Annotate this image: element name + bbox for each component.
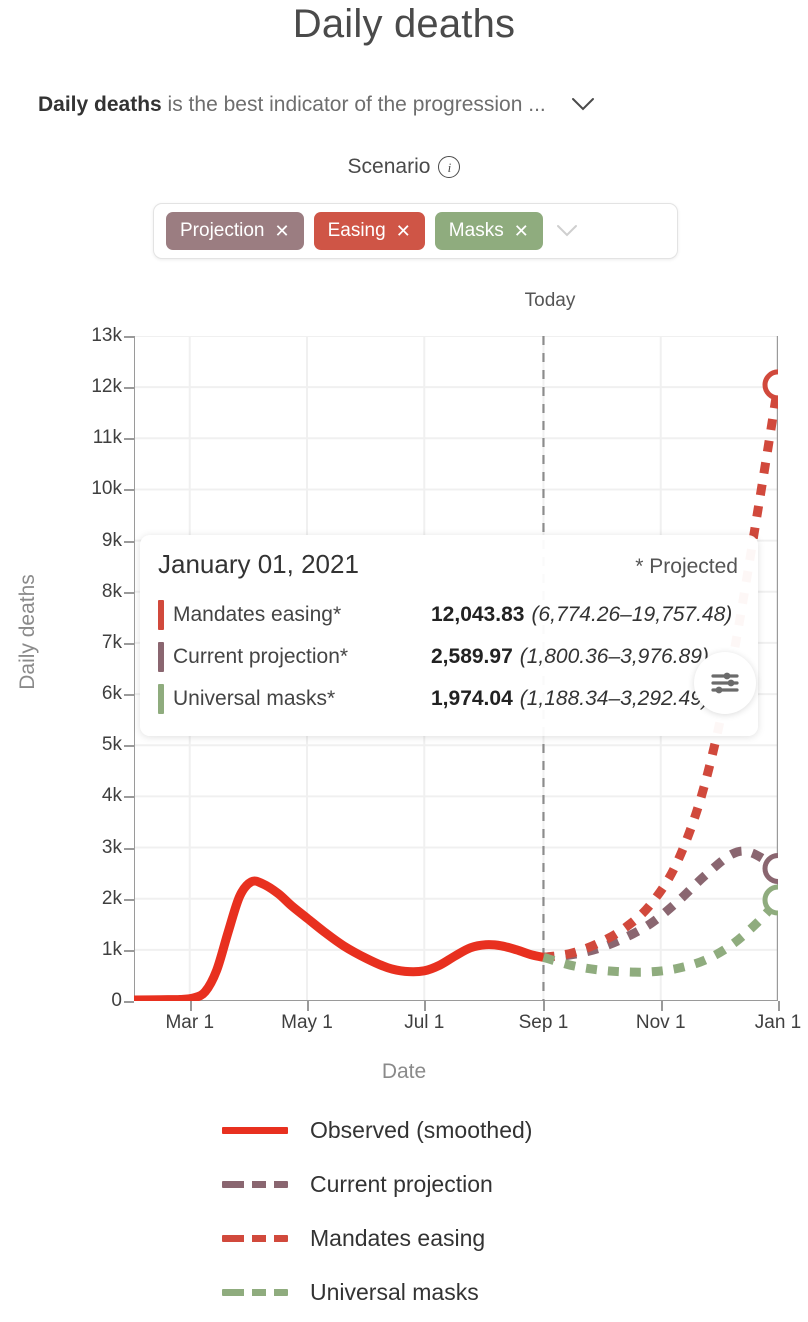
y-axis-tick-label: 0 [111, 990, 122, 1011]
tooltip-series-value: 12,043.83 [431, 603, 525, 626]
y-axis-tick-mark [124, 642, 134, 645]
y-axis-tick-mark [124, 949, 134, 952]
sliders-icon[interactable] [694, 652, 756, 714]
y-axis-tick-mark [124, 847, 134, 850]
y-axis-tick-label: 8k [101, 580, 122, 602]
x-axis-tick-mark [543, 1001, 546, 1011]
scenario-pill-masks[interactable]: Masks ✕ [434, 212, 543, 250]
tooltip-series-name: Mandates easing* [173, 603, 342, 626]
subtitle-row: Daily deaths is the best indicator of th… [38, 93, 778, 117]
chart-tooltip: January 01, 2021 * Projected Mandates ea… [140, 535, 758, 736]
y-axis-tick-label: 12k [91, 376, 122, 398]
y-axis-tick-mark [124, 540, 134, 543]
x-axis-tick-label: Jul 1 [404, 1012, 445, 1033]
legend-item[interactable]: Observed (smoothed) [222, 1103, 808, 1157]
y-axis-tick-label: 1k [101, 938, 122, 960]
y-axis-tick-label: 13k [91, 325, 122, 346]
legend-swatch-universal-masks [222, 1288, 288, 1296]
x-axis-tick-label: Nov 1 [635, 1012, 686, 1033]
tooltip-header: January 01, 2021 * Projected [158, 549, 738, 580]
tooltip-series-value: 1,974.04 [431, 687, 513, 710]
y-axis-tick-label: 4k [101, 785, 122, 807]
y-axis-ticks: 0 1k 2k 3k 4k 5k 6k 7k 8k 9k 10k 11k 12k 13k [64, 290, 134, 1050]
legend-label: Current projection [310, 1170, 493, 1197]
subtitle-text: Daily deaths is the best indicator of th… [38, 93, 546, 117]
scenario-pill-label: Projection [180, 220, 265, 241]
legend-item[interactable]: Current projection [222, 1157, 808, 1211]
tooltip-series-interval: (1,188.34–3,292.49) [519, 687, 709, 710]
y-axis-tick-mark [124, 489, 134, 492]
tooltip-series-name: Universal masks* [173, 687, 336, 710]
legend-swatch-observed [222, 1126, 288, 1134]
scenario-pill-label: Masks [448, 220, 504, 241]
page-title: Daily deaths [292, 2, 516, 46]
series-color-swatch [158, 600, 164, 630]
y-axis-title: Daily deaths [16, 574, 39, 690]
today-annotation-label: Today [524, 290, 576, 311]
daily-deaths-chart-page: Daily deaths Daily deaths is the best in… [0, 0, 808, 1322]
legend-label: Observed (smoothed) [310, 1116, 533, 1143]
x-axis-tick-label: May 1 [281, 1012, 333, 1033]
y-axis-tick-label: 5k [101, 734, 122, 756]
legend-label: Mandates easing [310, 1224, 486, 1251]
tooltip-row: Universal masks* 1,974.04 (1,188.34–3,29… [158, 678, 738, 720]
x-axis-tick-mark [660, 1001, 663, 1011]
tooltip-row: Current projection* 2,589.97 (1,800.36–3… [158, 636, 738, 678]
y-axis-tick-mark [124, 694, 134, 697]
scenario-pill-projection[interactable]: Projection ✕ [166, 212, 304, 250]
y-axis-tick-label: 11k [92, 427, 122, 449]
tooltip-series-value: 2,589.97 [431, 645, 513, 668]
y-axis-tick-label: 2k [101, 887, 122, 909]
scenario-select[interactable]: Projection ✕ Easing ✕ Masks ✕ [153, 203, 678, 259]
legend-label: Universal masks [310, 1278, 479, 1305]
y-axis-tick-label: 7k [101, 631, 122, 653]
y-axis-tick-mark [124, 591, 134, 594]
x-axis-tick-mark [778, 1001, 780, 1011]
tooltip-row: Mandates easing* 12,043.83 (6,774.26–19,… [158, 594, 738, 636]
y-axis-tick-mark [124, 898, 134, 901]
y-axis-tick-mark [124, 438, 134, 441]
y-axis-tick-label: 6k [101, 683, 122, 705]
x-axis-title: Date [381, 1060, 427, 1083]
x-axis-tick-mark [189, 1001, 192, 1011]
legend-swatch-current-projection [222, 1180, 288, 1188]
x-axis-tick-label: Jan 1 [754, 1012, 802, 1033]
chart-legend: Observed (smoothed) Current projection M… [0, 1103, 808, 1319]
tooltip-date: January 01, 2021 [158, 549, 359, 579]
scenario-pill-easing[interactable]: Easing ✕ [313, 212, 425, 250]
chevron-down-icon[interactable] [570, 93, 596, 117]
x-axis-tick-label: Mar 1 [165, 1012, 215, 1033]
y-axis-tick-mark [124, 387, 134, 390]
close-icon[interactable]: ✕ [275, 222, 290, 240]
x-axis-tick-label: Sep 1 [518, 1012, 569, 1033]
y-axis-tick-mark [124, 796, 134, 799]
legend-item[interactable]: Universal masks [222, 1265, 808, 1319]
close-icon[interactable]: ✕ [514, 222, 529, 240]
x-axis-tick-mark [424, 1001, 427, 1011]
chevron-down-icon[interactable] [555, 218, 579, 244]
tooltip-series-name: Current projection* [173, 645, 349, 668]
legend-item[interactable]: Mandates easing [222, 1211, 808, 1265]
y-axis-tick-mark [124, 336, 134, 338]
y-axis-tick-mark [124, 1001, 134, 1003]
x-axis-tick-mark [307, 1001, 309, 1011]
legend-swatch-mandates-easing [222, 1234, 288, 1242]
subtitle-bold: Daily deaths [38, 93, 162, 116]
y-axis-tick-mark [124, 745, 134, 748]
scenario-label-row: Scenario i [0, 155, 808, 179]
tooltip-series-interval: (1,800.36–3,976.89) [519, 645, 709, 668]
scenario-label: Scenario [347, 155, 431, 178]
tooltip-series-interval: (6,774.26–19,757.48) [531, 603, 733, 626]
scenario-pill-label: Easing [327, 220, 386, 241]
y-axis-tick-label: 10k [91, 478, 122, 500]
subtitle-rest: is the best indicator of the progression… [161, 93, 546, 116]
tooltip-projected-note: * Projected [635, 555, 738, 578]
series-color-swatch [158, 642, 164, 672]
y-axis-tick-label: 9k [101, 529, 122, 551]
info-icon[interactable]: i [438, 156, 461, 178]
series-color-swatch [158, 684, 164, 714]
close-icon[interactable]: ✕ [396, 222, 411, 240]
y-axis-tick-label: 3k [101, 836, 122, 858]
